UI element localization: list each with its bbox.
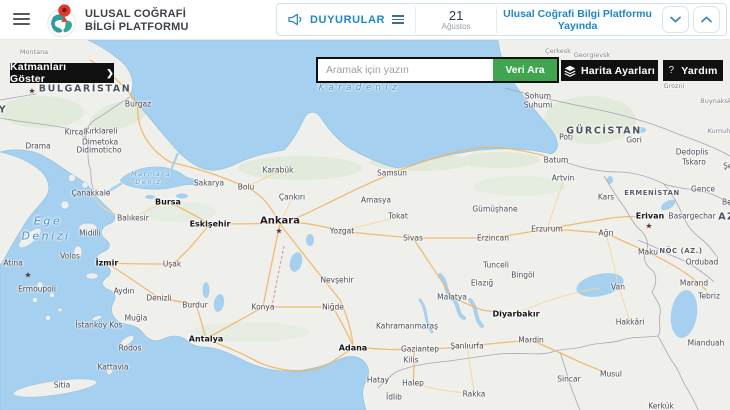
search-data-button[interactable]: Veri Ara	[493, 59, 557, 81]
megaphone-icon	[288, 13, 303, 26]
map-settings-button[interactable]: Harita Ayarları	[561, 60, 658, 81]
chevron-down-icon	[670, 16, 681, 23]
map-settings-label: Harita Ayarları	[581, 65, 655, 77]
header: ULUSAL COĞRAFİ BİLGİ PLATFORMU DUYURULAR…	[0, 0, 730, 40]
brand-title: ULUSAL COĞRAFİ BİLGİ PLATFORMU	[85, 8, 189, 33]
search-bar[interactable]: Veri Ara	[316, 57, 559, 83]
question-mark-icon: ?	[669, 65, 675, 76]
chevron-up-icon	[701, 16, 712, 23]
announcements-label: DUYURULAR	[310, 14, 385, 26]
announcements-bar: DUYURULAR 21 Ağustos Ulusal Coğrafi Bilg…	[276, 3, 727, 36]
chevron-right-icon: ❯	[106, 68, 114, 79]
announcement-date: 21 Ağustos	[416, 9, 496, 31]
search-input[interactable]	[318, 59, 493, 81]
announcements-list-icon[interactable]	[392, 13, 404, 26]
announcements-button[interactable]: DUYURULAR	[277, 13, 415, 26]
brand-line2: BİLGİ PLATFORMU	[85, 21, 189, 34]
announcement-headline-link[interactable]: Ulusal Coğrafi Bilgi Platformu Yayında	[497, 8, 658, 32]
show-layers-button[interactable]: Katmanları Göster ❯	[10, 63, 114, 83]
announcement-prev-button[interactable]	[662, 6, 689, 33]
announcement-next-button[interactable]	[693, 6, 720, 33]
announcement-month: Ağustos	[416, 22, 496, 31]
help-button[interactable]: ? Yardım	[663, 60, 723, 81]
layers-icon	[564, 65, 576, 77]
help-label: Yardım	[681, 65, 717, 77]
announcement-day: 21	[416, 9, 496, 22]
app: MontanaÇerkeskGeorgievskGrozniBuynakskKu…	[0, 0, 730, 410]
brand-line1: ULUSAL COĞRAFİ	[85, 8, 189, 21]
show-layers-label: Katmanları Göster	[10, 61, 100, 85]
platform-logo	[45, 2, 80, 38]
hamburger-menu-icon[interactable]	[13, 13, 30, 26]
